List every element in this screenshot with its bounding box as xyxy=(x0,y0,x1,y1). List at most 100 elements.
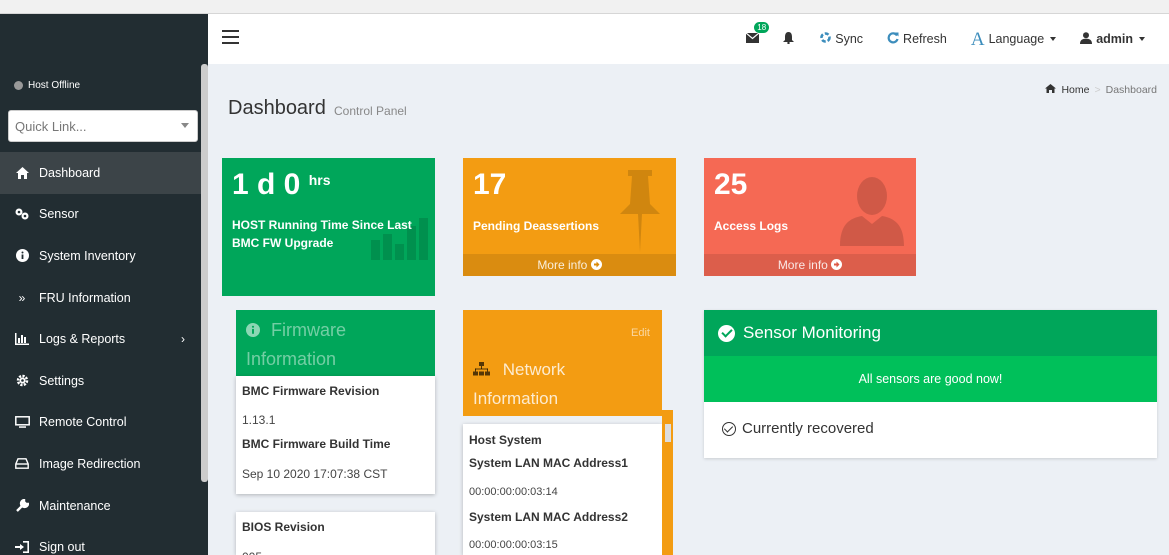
firmware-info-header: Firmware Information xyxy=(236,310,435,376)
messages-button[interactable]: 18 xyxy=(745,22,770,46)
sidebar-item-label: FRU Information xyxy=(39,290,131,305)
status-dot-icon xyxy=(14,81,23,90)
menu-toggle-icon[interactable] xyxy=(222,30,239,44)
running-time-desc: HOST Running Time Since Last BMC FW Upgr… xyxy=(232,216,412,252)
page-subtitle: Control Panel xyxy=(334,104,407,118)
sign-out-icon xyxy=(14,541,30,554)
refresh-button[interactable]: Refresh xyxy=(887,31,947,47)
notification-badge: 18 xyxy=(754,22,770,33)
breadcrumb-separator: > xyxy=(1094,84,1101,96)
firmware-title-text: Firmware xyxy=(271,320,347,340)
bmc-firmware-build-value: Sep 10 2020 17:07:38 CST xyxy=(242,467,388,481)
user-icon xyxy=(840,177,904,246)
pending-deassertions-desc: Pending Deassertions xyxy=(473,219,600,233)
sidebar-item-fru-information[interactable]: » FRU Information xyxy=(0,277,201,319)
breadcrumb-current: Dashboard xyxy=(1105,84,1157,96)
network-card: Host System System LAN MAC Address1 00:0… xyxy=(463,424,662,555)
network-title-line2: Information xyxy=(473,389,559,408)
sidebar-item-label: Sign out xyxy=(39,540,85,555)
sensor-title-text: Sensor Monitoring xyxy=(743,323,881,342)
network-scrollbar-thumb[interactable] xyxy=(665,424,671,442)
breadcrumb-home-link[interactable]: Home xyxy=(1061,84,1089,96)
sidebar-item-label: Sensor xyxy=(39,207,79,222)
bmc-firmware-card: BMC Firmware Revision 1.13.1 BMC Firmwar… xyxy=(236,376,435,494)
sidebar-item-label: Image Redirection xyxy=(39,456,141,471)
host-system-label: Host System xyxy=(469,433,542,447)
pending-deassertions-value: 17 xyxy=(473,168,507,201)
monitor-icon xyxy=(14,416,30,429)
firmware-title-line1: Firmware xyxy=(246,316,425,345)
running-time-box: 1 d 0 hrs HOST Running Time Since Last B… xyxy=(222,158,435,296)
sync-button[interactable]: Sync xyxy=(820,32,863,46)
more-info-label: More info xyxy=(777,258,828,272)
chevron-down-icon xyxy=(1050,37,1057,41)
sidebar-item-system-inventory[interactable]: System Inventory xyxy=(0,235,201,277)
sidebar-item-settings[interactable]: Settings xyxy=(0,360,201,402)
sidebar-item-label: Settings xyxy=(39,373,85,388)
more-info-label: More info xyxy=(537,258,588,272)
access-logs-box: 25 Access Logs More info xyxy=(704,158,916,276)
sidebar-item-sign-out[interactable]: Sign out xyxy=(0,526,201,555)
sidebar-item-label: Maintenance xyxy=(39,498,111,513)
quick-link-placeholder: Quick Link... xyxy=(15,119,87,134)
bmc-firmware-build-label: BMC Firmware Build Time xyxy=(242,437,391,451)
refresh-label: Refresh xyxy=(903,32,947,46)
host-status: Host Offline xyxy=(14,80,80,91)
mac1-label: System LAN MAC Address1 xyxy=(469,456,628,470)
sensor-title: Sensor Monitoring xyxy=(718,323,881,343)
pending-more-info-link[interactable]: More info xyxy=(463,254,676,276)
home-icon xyxy=(1045,84,1057,96)
network-edit-link[interactable]: Edit xyxy=(631,327,650,339)
alerts-button[interactable] xyxy=(783,31,795,47)
wrench-icon xyxy=(14,499,30,512)
sidebar-item-image-redirection[interactable]: Image Redirection xyxy=(0,443,201,485)
bmc-firmware-revision-label: BMC Firmware Revision xyxy=(242,384,380,398)
chevron-right-icon: › xyxy=(181,332,185,347)
sidebar-item-maintenance[interactable]: Maintenance xyxy=(0,485,201,527)
user-icon xyxy=(1080,31,1093,47)
access-logs-value: 25 xyxy=(714,168,748,201)
language-dropdown[interactable]: A Language xyxy=(970,28,1057,50)
sitemap-icon xyxy=(473,362,490,376)
sidebar-item-label: Remote Control xyxy=(39,415,127,430)
sidebar-item-label: Dashboard xyxy=(39,165,101,180)
mac2-label: System LAN MAC Address2 xyxy=(469,510,628,524)
network-scrollbar[interactable] xyxy=(662,410,673,555)
sidebar-scrollbar[interactable] xyxy=(201,64,208,482)
access-logs-more-info-link[interactable]: More info xyxy=(704,254,916,276)
mac2-value: 00:00:00:00:03:15 xyxy=(469,539,558,551)
arrow-circle-right-icon xyxy=(831,259,843,270)
pushpin-icon xyxy=(620,170,660,252)
network-info-header: Edit Network Information xyxy=(463,310,662,416)
refresh-icon xyxy=(887,31,899,47)
sidebar: Host Offline Quick Link... Dashboard Sen… xyxy=(0,14,208,555)
network-title-line1: Network xyxy=(473,355,565,384)
sensor-recovered: Currently recovered xyxy=(722,420,874,437)
bios-card: BIOS Revision 005 xyxy=(236,512,435,555)
user-menu[interactable]: admin xyxy=(1080,31,1145,47)
info-icon xyxy=(14,249,30,263)
navbar-right: 18 Sync Refresh A Language admin xyxy=(745,14,1169,64)
bell-icon xyxy=(783,31,795,47)
language-label: Language xyxy=(988,32,1045,46)
sidebar-item-logs-reports[interactable]: Logs & Reports › xyxy=(0,318,201,360)
chevron-right-icon: » xyxy=(18,290,26,305)
chevron-down-icon xyxy=(1139,37,1145,41)
user-name: admin xyxy=(1096,32,1133,46)
sensor-monitoring-box: Sensor Monitoring All sensors are good n… xyxy=(704,310,1157,458)
language-icon: A xyxy=(970,28,985,50)
quick-link-select[interactable]: Quick Link... xyxy=(8,110,198,142)
sidebar-item-sensor[interactable]: Sensor xyxy=(0,194,201,236)
arrow-circle-right-icon xyxy=(590,259,602,270)
drive-icon xyxy=(14,458,30,470)
mac1-value: 00:00:00:00:03:14 xyxy=(469,486,558,498)
sensor-icon xyxy=(14,208,30,220)
network-title-text: Network xyxy=(502,360,566,379)
envelope-icon xyxy=(745,32,760,46)
bar-chart-icon xyxy=(14,333,30,346)
sensor-recovered-text: Currently recovered xyxy=(742,420,874,437)
firmware-title-line2: Information xyxy=(246,349,337,369)
sidebar-item-dashboard[interactable]: Dashboard xyxy=(0,152,201,194)
breadcrumb: Home > Dashboard xyxy=(1045,84,1157,96)
sidebar-item-remote-control[interactable]: Remote Control xyxy=(0,402,201,444)
